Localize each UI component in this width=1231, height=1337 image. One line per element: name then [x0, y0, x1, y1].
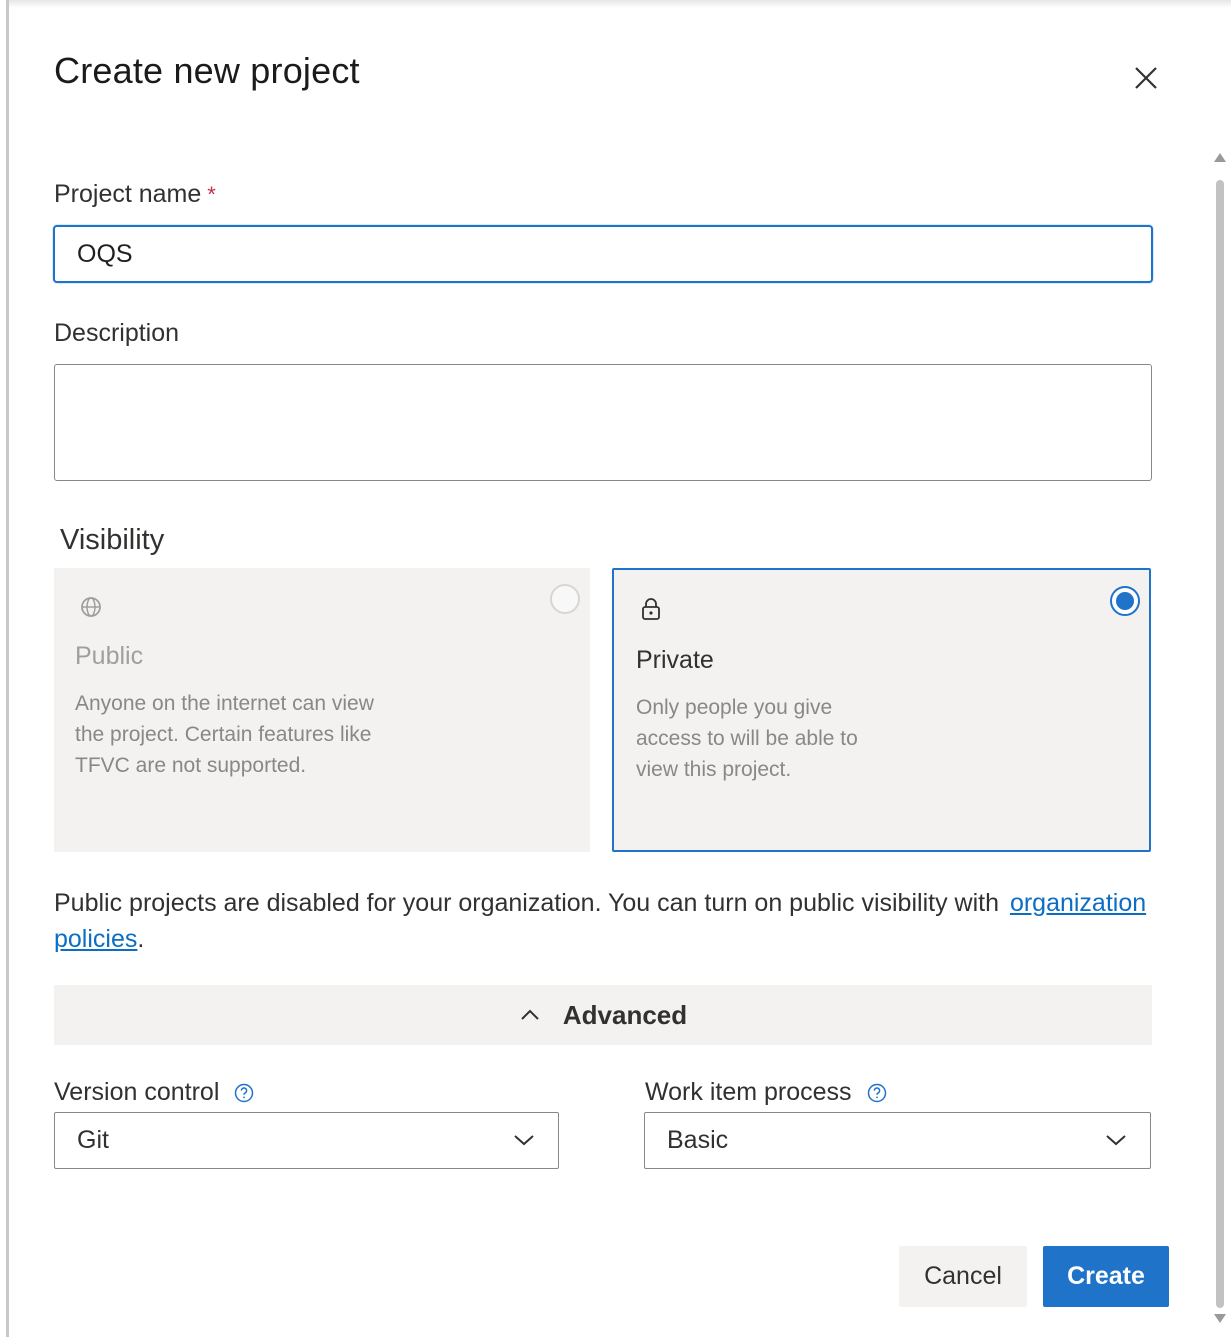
- create-project-dialog: Create new project Project name* Descrip…: [0, 0, 1231, 1337]
- private-radio[interactable]: [1110, 586, 1140, 616]
- version-control-label-text: Version control: [54, 1078, 220, 1106]
- dialog-top-shadow: [9, 0, 1231, 8]
- scroll-up-arrow-icon[interactable]: [1213, 152, 1227, 164]
- version-control-value: Git: [77, 1126, 109, 1154]
- work-item-process-dropdown[interactable]: Basic: [644, 1112, 1151, 1169]
- public-title: Public: [75, 642, 144, 670]
- public-description: Anyone on the internet can view the proj…: [75, 692, 374, 777]
- close-icon: [1135, 67, 1157, 89]
- cancel-button[interactable]: Cancel: [899, 1246, 1027, 1307]
- work-item-process-value: Basic: [667, 1126, 729, 1154]
- globe-icon: [81, 597, 101, 617]
- visibility-label: Visibility: [60, 524, 165, 556]
- notice-end: .: [137, 925, 145, 953]
- work-item-process-label-text: Work item process: [645, 1078, 852, 1106]
- private-title: Private: [636, 646, 714, 674]
- description-label: Description: [54, 319, 180, 347]
- create-button[interactable]: Create: [1043, 1246, 1169, 1307]
- advanced-label: Advanced: [562, 999, 688, 1030]
- scrollbar[interactable]: [1212, 152, 1228, 1332]
- public-disabled-notice: Public projects are disabled for your or…: [54, 885, 1154, 957]
- version-control-dropdown[interactable]: Git: [54, 1112, 559, 1169]
- description-input[interactable]: [54, 364, 1152, 481]
- required-marker: *: [207, 182, 216, 207]
- visibility-option-private[interactable]: Private Only people you give access to w…: [612, 568, 1151, 852]
- visibility-option-public[interactable]: Public Anyone on the internet can view t…: [54, 568, 590, 852]
- notice-text: Public projects are disabled for your or…: [54, 889, 999, 917]
- help-icon[interactable]: [866, 1082, 888, 1104]
- help-icon[interactable]: [233, 1082, 255, 1104]
- advanced-toggle[interactable]: Advanced: [54, 985, 1152, 1045]
- scrollbar-thumb[interactable]: [1216, 180, 1224, 1308]
- dialog-left-border: [6, 0, 9, 1337]
- work-item-process-label: Work item process: [645, 1078, 888, 1107]
- public-radio[interactable]: [550, 584, 580, 614]
- dialog-title: Create new project: [54, 50, 360, 91]
- chevron-up-icon: [519, 1008, 541, 1022]
- project-name-label: Project name *: [54, 180, 216, 209]
- version-control-label: Version control: [54, 1078, 255, 1107]
- close-button[interactable]: [1128, 60, 1164, 96]
- project-name-input[interactable]: [53, 225, 1153, 283]
- project-name-label-text: Project name: [54, 180, 202, 208]
- lock-icon: [642, 598, 660, 620]
- chevron-down-icon: [1106, 1135, 1126, 1146]
- scroll-down-arrow-icon[interactable]: [1213, 1312, 1227, 1324]
- chevron-down-icon: [514, 1135, 534, 1146]
- private-description: Only people you give access to will be a…: [636, 696, 858, 781]
